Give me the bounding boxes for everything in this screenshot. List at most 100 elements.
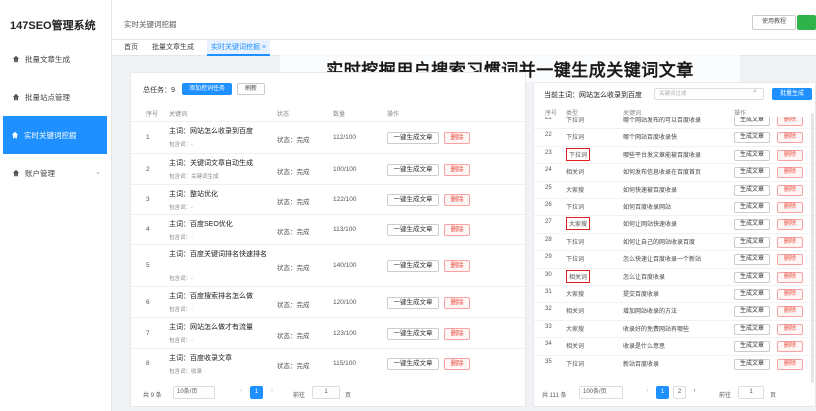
tab-batch-articles[interactable]: 批量文章生成 xyxy=(148,40,198,56)
delete-button[interactable]: 删除 xyxy=(777,341,803,353)
row-keyword: 如何让自己的网站收录百度 xyxy=(623,239,696,246)
generate-article-button[interactable]: 生成文章 xyxy=(734,323,770,335)
generate-article-button[interactable]: 一键生成文章 xyxy=(387,328,439,340)
delete-button[interactable]: 删除 xyxy=(444,224,470,236)
generate-article-button[interactable]: 生成文章 xyxy=(734,219,770,231)
row-count: 100/100 xyxy=(333,166,357,173)
row-type: 下拉词 xyxy=(566,135,585,142)
delete-button[interactable]: 删除 xyxy=(777,117,803,126)
batch-generate-button[interactable]: 批量生成 xyxy=(772,88,812,100)
generate-article-button[interactable]: 一键生成文章 xyxy=(387,132,439,144)
delete-button[interactable]: 删除 xyxy=(777,236,803,248)
generate-article-button[interactable]: 生成文章 xyxy=(734,289,770,300)
row-keyword: 增加网站收录的方法 xyxy=(623,309,678,316)
row-number: 2 xyxy=(146,166,150,173)
page-size-select[interactable]: 100条/页 xyxy=(579,386,623,399)
goto-input[interactable]: 1 xyxy=(312,386,340,399)
delete-button[interactable]: 删除 xyxy=(777,184,803,196)
delete-button[interactable]: 删除 xyxy=(777,271,803,283)
tab-keyword-mining[interactable]: 实时关键词挖掘 × xyxy=(207,40,271,56)
row-count: 123/100 xyxy=(333,330,357,337)
delete-button[interactable]: 删除 xyxy=(777,149,803,161)
keyword-panel: 当前主词：网站怎么收录到百度 关键词过滤 ⌕ 批量生成 序号 类型 关键词 操作… xyxy=(533,82,816,407)
generate-article-button[interactable]: 生成文章 xyxy=(734,117,770,126)
table-row: 3 主词：整站优化 包含词：- 状态：完成 122/100 一键生成文章 删除 xyxy=(131,184,525,214)
goto-suffix: 页 xyxy=(345,393,352,399)
generate-article-button[interactable]: 生成文章 xyxy=(734,341,770,353)
delete-button[interactable]: 删除 xyxy=(777,132,803,144)
delete-button[interactable]: 删除 xyxy=(444,328,470,340)
generate-article-button[interactable]: 一键生成文章 xyxy=(387,297,439,309)
delete-button[interactable]: 删除 xyxy=(777,167,803,179)
sidebar-item-label: 批量文章生成 xyxy=(25,54,70,64)
generate-article-button[interactable]: 一键生成文章 xyxy=(387,164,439,176)
table-row: 4 主词：百度SEO优化 包含词：- 状态：完成 113/100 一键生成文章 删除 xyxy=(131,214,525,244)
row-keyword: 怎么让百度收录 xyxy=(623,274,666,281)
tab-home[interactable]: 首页 xyxy=(120,40,142,56)
row-number: 35 xyxy=(545,358,552,365)
delete-button[interactable]: 删除 xyxy=(444,358,470,370)
keyword-filter-input[interactable]: 关键词过滤 xyxy=(654,88,764,100)
row-keyword: 收录好的免费网站有哪些 xyxy=(623,326,690,333)
generate-article-button[interactable]: 一键生成文章 xyxy=(387,358,439,370)
app-brand: 147SEO管理系统 xyxy=(10,20,96,32)
next-page-button[interactable]: › xyxy=(266,386,278,399)
sidebar-item-site-management[interactable]: 批量站点管理 xyxy=(0,78,111,116)
delete-button[interactable]: 删除 xyxy=(444,132,470,144)
generate-article-button[interactable]: 生成文章 xyxy=(734,358,770,370)
generate-article-button[interactable]: 一键生成文章 xyxy=(387,224,439,236)
page-1-button[interactable]: 1 xyxy=(250,386,263,399)
delete-button[interactable]: 删除 xyxy=(777,358,803,370)
generate-article-button[interactable]: 生成文章 xyxy=(734,167,770,179)
generate-article-button[interactable]: 生成文章 xyxy=(734,236,770,248)
row-number: 5 xyxy=(146,262,150,269)
row-type: 大家搜 xyxy=(566,217,591,231)
prev-page-button[interactable]: ‹ xyxy=(642,386,653,399)
prev-page-button[interactable]: ‹ xyxy=(235,386,247,399)
col-header-status: 状态 xyxy=(277,112,290,118)
sidebar-item-keyword-mining[interactable]: 实时关键词挖掘 xyxy=(3,116,107,154)
page-2-button[interactable]: 2 xyxy=(673,386,686,399)
table-row: 21 下拉词 哪个网站发布的可以百度收录 生成文章 删除 xyxy=(534,117,815,127)
user-button[interactable] xyxy=(797,15,816,30)
generate-article-button[interactable]: 生成文章 xyxy=(734,271,770,283)
delete-button[interactable]: 删除 xyxy=(777,306,803,318)
delete-button[interactable]: 删除 xyxy=(444,164,470,176)
generate-article-button[interactable]: 生成文章 xyxy=(734,306,770,318)
row-type: 下拉词 xyxy=(566,257,585,264)
generate-article-button[interactable]: 生成文章 xyxy=(734,132,770,144)
delete-button[interactable]: 删除 xyxy=(444,260,470,272)
row-status: 状态：完成 xyxy=(277,229,310,236)
row-count: 122/100 xyxy=(333,196,357,203)
generate-article-button[interactable]: 一键生成文章 xyxy=(387,260,439,272)
goto-input[interactable]: 1 xyxy=(738,386,764,399)
sidebar-item-account[interactable]: 账户管理 ⌄ xyxy=(0,154,111,192)
delete-button[interactable]: 删除 xyxy=(777,289,803,300)
help-button[interactable]: 使用教程 xyxy=(752,15,796,30)
page-1-button[interactable]: 1 xyxy=(656,386,669,399)
next-page-button[interactable]: › xyxy=(689,386,700,399)
row-main-keyword: 主词：网站怎么收录到百度 xyxy=(169,128,253,135)
row-included-words: 包含词：收录 xyxy=(169,369,203,375)
delete-button[interactable]: 删除 xyxy=(777,323,803,335)
page-size-select[interactable]: 10条/页 xyxy=(173,386,215,399)
generate-article-button[interactable]: 一键生成文章 xyxy=(387,194,439,206)
add-task-button[interactable]: 添加挖词任务 xyxy=(182,83,232,95)
scrollbar[interactable] xyxy=(811,113,814,383)
row-number: 31 xyxy=(545,289,552,295)
delete-button[interactable]: 删除 xyxy=(777,202,803,213)
delete-button[interactable]: 删除 xyxy=(444,194,470,206)
generate-article-button[interactable]: 生成文章 xyxy=(734,149,770,161)
sidebar-item-batch-articles[interactable]: 批量文章生成 xyxy=(0,40,111,78)
delete-button[interactable]: 删除 xyxy=(777,219,803,231)
row-included-words: 包含词：- xyxy=(169,142,193,148)
refresh-button[interactable]: 刷新 xyxy=(237,83,265,95)
generate-article-button[interactable]: 生成文章 xyxy=(734,202,770,213)
row-type: 下拉词 xyxy=(566,239,585,246)
row-number: 4 xyxy=(146,226,150,233)
col-header-action: 操作 xyxy=(734,111,747,117)
generate-article-button[interactable]: 生成文章 xyxy=(734,254,770,266)
delete-button[interactable]: 删除 xyxy=(777,254,803,266)
delete-button[interactable]: 删除 xyxy=(444,297,470,309)
generate-article-button[interactable]: 生成文章 xyxy=(734,184,770,196)
